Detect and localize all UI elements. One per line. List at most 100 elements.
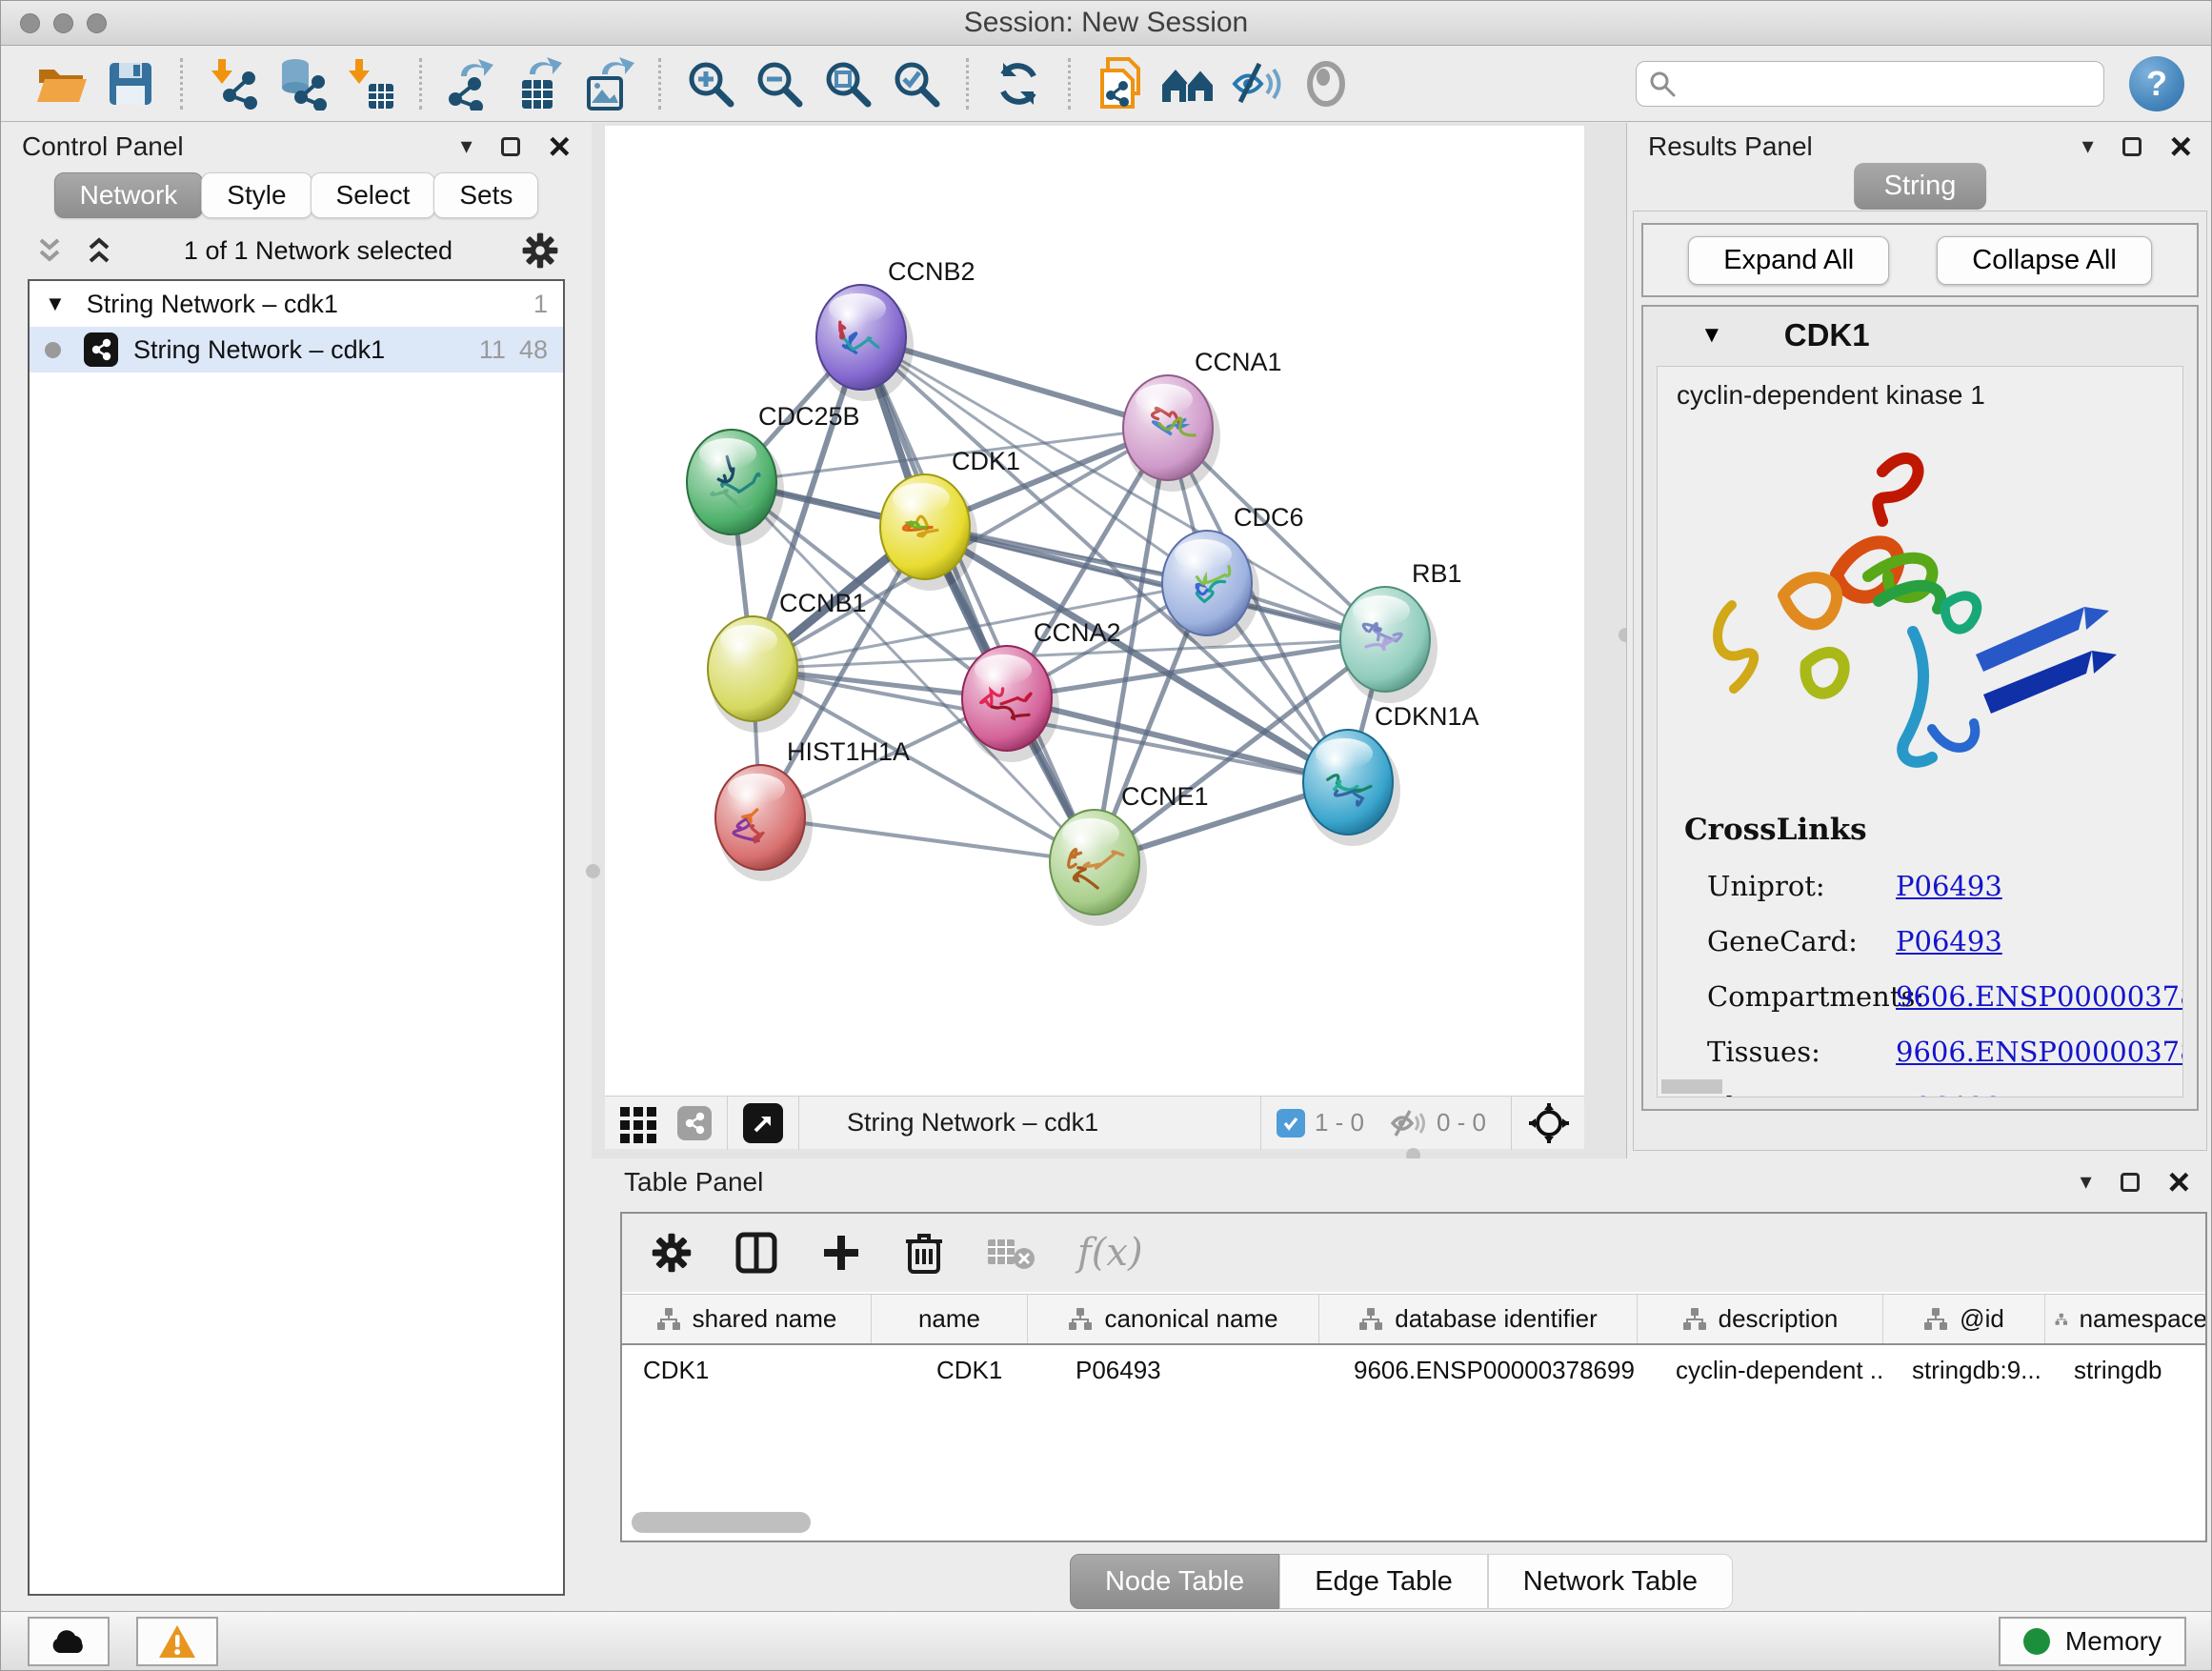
crosslink-row: Compartments: 9606.ENSP00000378699 <box>1658 980 2182 1013</box>
minimize-window-button[interactable] <box>53 13 73 33</box>
export-table-icon <box>514 57 566 111</box>
window-title: Session: New Session <box>964 7 1248 39</box>
refresh-button[interactable] <box>990 54 1047 113</box>
maximize-window-button[interactable] <box>87 13 107 33</box>
float-panel-icon[interactable] <box>501 137 520 156</box>
table-row[interactable]: CDK1 CDK1 P06493 9606.ENSP00000378699 cy… <box>622 1345 2205 1395</box>
zoom-out-button[interactable] <box>751 54 808 113</box>
toolbar-separator <box>1260 1097 1261 1150</box>
tab-sets[interactable]: Sets <box>433 172 538 218</box>
panel-menu-icon[interactable]: ▾ <box>2081 1171 2092 1194</box>
warnings-button[interactable] <box>136 1617 218 1666</box>
export-network-button[interactable] <box>443 54 500 113</box>
cytoscape-window: Session: New Session <box>0 0 2212 1671</box>
tab-style[interactable]: Style <box>201 172 312 218</box>
node-label: RB1 <box>1412 559 1462 588</box>
column-header-name[interactable]: name <box>872 1295 1028 1343</box>
warning-icon <box>157 1623 197 1660</box>
panel-menu-icon[interactable]: ▾ <box>2082 135 2094 158</box>
column-header-shared-name[interactable]: shared name <box>622 1295 872 1343</box>
network-name: String Network – cdk1 <box>133 335 385 365</box>
close-panel-icon[interactable]: × <box>549 131 571 162</box>
compartments-link[interactable]: 9606.ENSP00000378699 <box>1896 980 2183 1013</box>
search-icon <box>1648 70 1677 98</box>
expand-all-icon[interactable] <box>83 234 115 267</box>
open-session-button[interactable] <box>33 54 90 113</box>
cell-database-identifier: 9606.ENSP00000378699 <box>1319 1356 1638 1385</box>
control-panel-header: Control Panel ▾ × <box>1 123 592 171</box>
zoom-selected-button[interactable] <box>888 54 945 113</box>
tab-network[interactable]: Network <box>54 172 204 218</box>
export-image-button[interactable] <box>580 54 637 113</box>
network-graph[interactable]: CCNB2CCNA1CDC25BCDK1CDC6RB1CCNB1CCNA2CDK… <box>605 126 1584 1096</box>
close-panel-icon[interactable]: × <box>2170 131 2192 162</box>
save-session-button[interactable] <box>102 54 159 113</box>
column-header-description[interactable]: description <box>1638 1295 1883 1343</box>
search-input[interactable] <box>1677 69 2092 98</box>
grid-mode-icon[interactable] <box>618 1103 658 1143</box>
toolbar-separator <box>798 1097 799 1150</box>
pharos-link[interactable]: P06493 <box>1896 1091 2002 1097</box>
add-column-icon[interactable] <box>820 1232 862 1274</box>
table-type-tabs: Node Table Edge Table Network Table <box>592 1554 2211 1609</box>
tab-network-table[interactable]: Network Table <box>1488 1554 1733 1609</box>
left-splitter-handle[interactable] <box>586 864 600 878</box>
tissues-link[interactable]: 9606.ENSP00000378699 <box>1896 1036 2183 1068</box>
selected-items-checkbox[interactable] <box>1277 1109 1305 1137</box>
fit-center-icon[interactable] <box>1527 1101 1571 1145</box>
delete-column-icon[interactable] <box>904 1230 944 1276</box>
import-table-button[interactable] <box>341 54 398 113</box>
gear-icon[interactable] <box>521 232 559 270</box>
tab-select[interactable]: Select <box>311 172 436 218</box>
close-window-button[interactable] <box>20 13 40 33</box>
column-header-database-identifier[interactable]: database identifier <box>1319 1295 1638 1343</box>
cloud-button[interactable] <box>28 1617 110 1666</box>
expand-all-button[interactable]: Expand All <box>1688 236 1889 285</box>
column-header-namespace[interactable]: namespace <box>2045 1295 2205 1343</box>
column-header-canonical-name[interactable]: canonical name <box>1028 1295 1319 1343</box>
table-gear-icon[interactable] <box>651 1232 693 1274</box>
network-badge-icon[interactable] <box>677 1106 712 1140</box>
uniprot-link[interactable]: P06493 <box>1896 870 2002 902</box>
node-label: CDC6 <box>1234 503 1304 532</box>
show-hide-panel-button[interactable] <box>1297 54 1355 113</box>
column-header-id[interactable]: @id <box>1883 1295 2045 1343</box>
tab-node-table[interactable]: Node Table <box>1070 1554 1279 1609</box>
zoom-in-button[interactable] <box>682 54 739 113</box>
genecard-link[interactable]: P06493 <box>1896 925 2002 957</box>
collapse-section-icon[interactable]: ▼ <box>1700 322 1723 349</box>
import-network-from-database-button[interactable] <box>272 54 330 113</box>
network-canvas[interactable]: CCNB2CCNA1CDC25BCDK1CDC6RB1CCNB1CCNA2CDK… <box>605 126 1584 1096</box>
export-table-button[interactable] <box>512 54 569 113</box>
home-button[interactable] <box>1160 54 1217 113</box>
function-builder-icon[interactable]: f(x) <box>1077 1231 1143 1275</box>
control-panel: Control Panel ▾ × Network Style Select S… <box>1 123 592 1611</box>
zoom-fit-button[interactable] <box>819 54 876 113</box>
collapse-all-icon[interactable] <box>33 234 66 267</box>
collection-expand-icon[interactable]: ▼ <box>45 292 66 316</box>
import-network-button[interactable] <box>204 54 261 113</box>
tab-string[interactable]: String <box>1854 163 1987 210</box>
float-panel-icon[interactable] <box>2121 1173 2140 1192</box>
close-panel-icon[interactable]: × <box>2168 1167 2190 1198</box>
panel-menu-icon[interactable]: ▾ <box>461 135 473 158</box>
float-panel-icon[interactable] <box>2122 137 2142 156</box>
horizontal-scrollbar[interactable] <box>1661 1079 1722 1094</box>
tab-edge-table[interactable]: Edge Table <box>1279 1554 1488 1609</box>
string-app-icon <box>84 332 118 367</box>
node-label: CDK1 <box>952 447 1020 475</box>
open-folder-icon <box>35 60 89 108</box>
hidden-items-icon[interactable] <box>1389 1107 1427 1139</box>
help-button[interactable]: ? <box>2129 56 2184 111</box>
network-row[interactable]: String Network – cdk1 11 48 <box>30 327 563 372</box>
protein-card-header[interactable]: ▼ CDK1 <box>1643 307 2197 364</box>
collapse-all-button[interactable]: Collapse All <box>1937 236 2152 285</box>
show-columns-icon[interactable] <box>734 1231 778 1275</box>
birdseye-view-icon[interactable] <box>743 1103 783 1143</box>
copy-network-button[interactable] <box>1092 54 1149 113</box>
network-collection-row[interactable]: ▼ String Network – cdk1 1 <box>30 281 563 327</box>
memory-button[interactable]: Memory <box>1999 1617 2186 1666</box>
delete-table-icon[interactable] <box>986 1234 1036 1272</box>
table-horizontal-scrollbar[interactable] <box>632 1512 811 1533</box>
show-graphics-details-button[interactable] <box>1229 54 1286 113</box>
